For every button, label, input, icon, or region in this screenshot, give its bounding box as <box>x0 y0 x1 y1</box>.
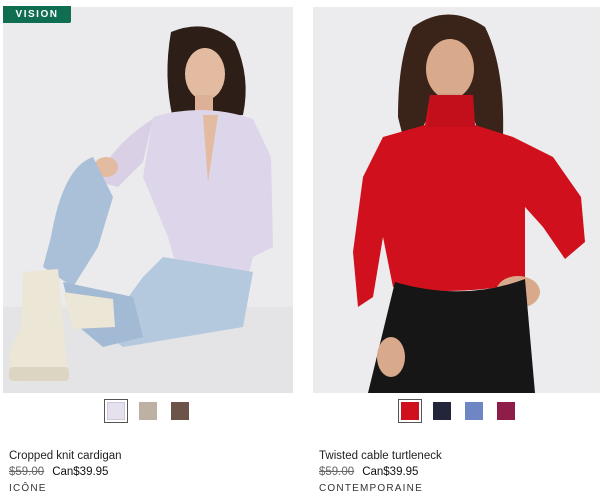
swatch-berry[interactable] <box>494 399 518 423</box>
swatch-navy[interactable] <box>430 399 454 423</box>
price-row: $59.00 Can$39.95 <box>9 466 108 478</box>
product-card-turtleneck[interactable]: Twisted cable turtleneck $59.00 Can$39.95… <box>313 0 600 498</box>
swatch-chip <box>107 402 125 420</box>
swatch-blue[interactable] <box>462 399 486 423</box>
product-name[interactable]: Twisted cable turtleneck <box>319 450 442 462</box>
swatch-chip <box>171 402 189 420</box>
swatch-lilac[interactable] <box>104 399 128 423</box>
sale-price: Can$39.95 <box>362 466 419 478</box>
price-row: $59.00 Can$39.95 <box>319 466 418 478</box>
original-price: $59.00 <box>319 466 355 478</box>
sale-price: Can$39.95 <box>52 466 109 478</box>
swatch-chip <box>465 402 483 420</box>
product-name[interactable]: Cropped knit cardigan <box>9 450 122 462</box>
original-price: $59.00 <box>9 466 45 478</box>
color-swatches <box>3 399 293 425</box>
color-swatches <box>313 399 600 425</box>
swatch-taupe[interactable] <box>136 399 160 423</box>
swatch-red[interactable] <box>398 399 422 423</box>
vision-badge: VISION <box>3 6 71 23</box>
swatch-chip <box>433 402 451 420</box>
brand-label: ICÔNE <box>9 483 47 494</box>
brand-label: CONTEMPORAINE <box>319 483 423 494</box>
swatch-chip <box>401 402 419 420</box>
product-image[interactable] <box>313 7 600 393</box>
product-image[interactable] <box>3 7 293 393</box>
product-card-cardigan[interactable]: VISION Cropped knit cardigan $59.00 Can$… <box>3 0 293 498</box>
swatch-chip <box>497 402 515 420</box>
swatch-chip <box>139 402 157 420</box>
swatch-brown[interactable] <box>168 399 192 423</box>
